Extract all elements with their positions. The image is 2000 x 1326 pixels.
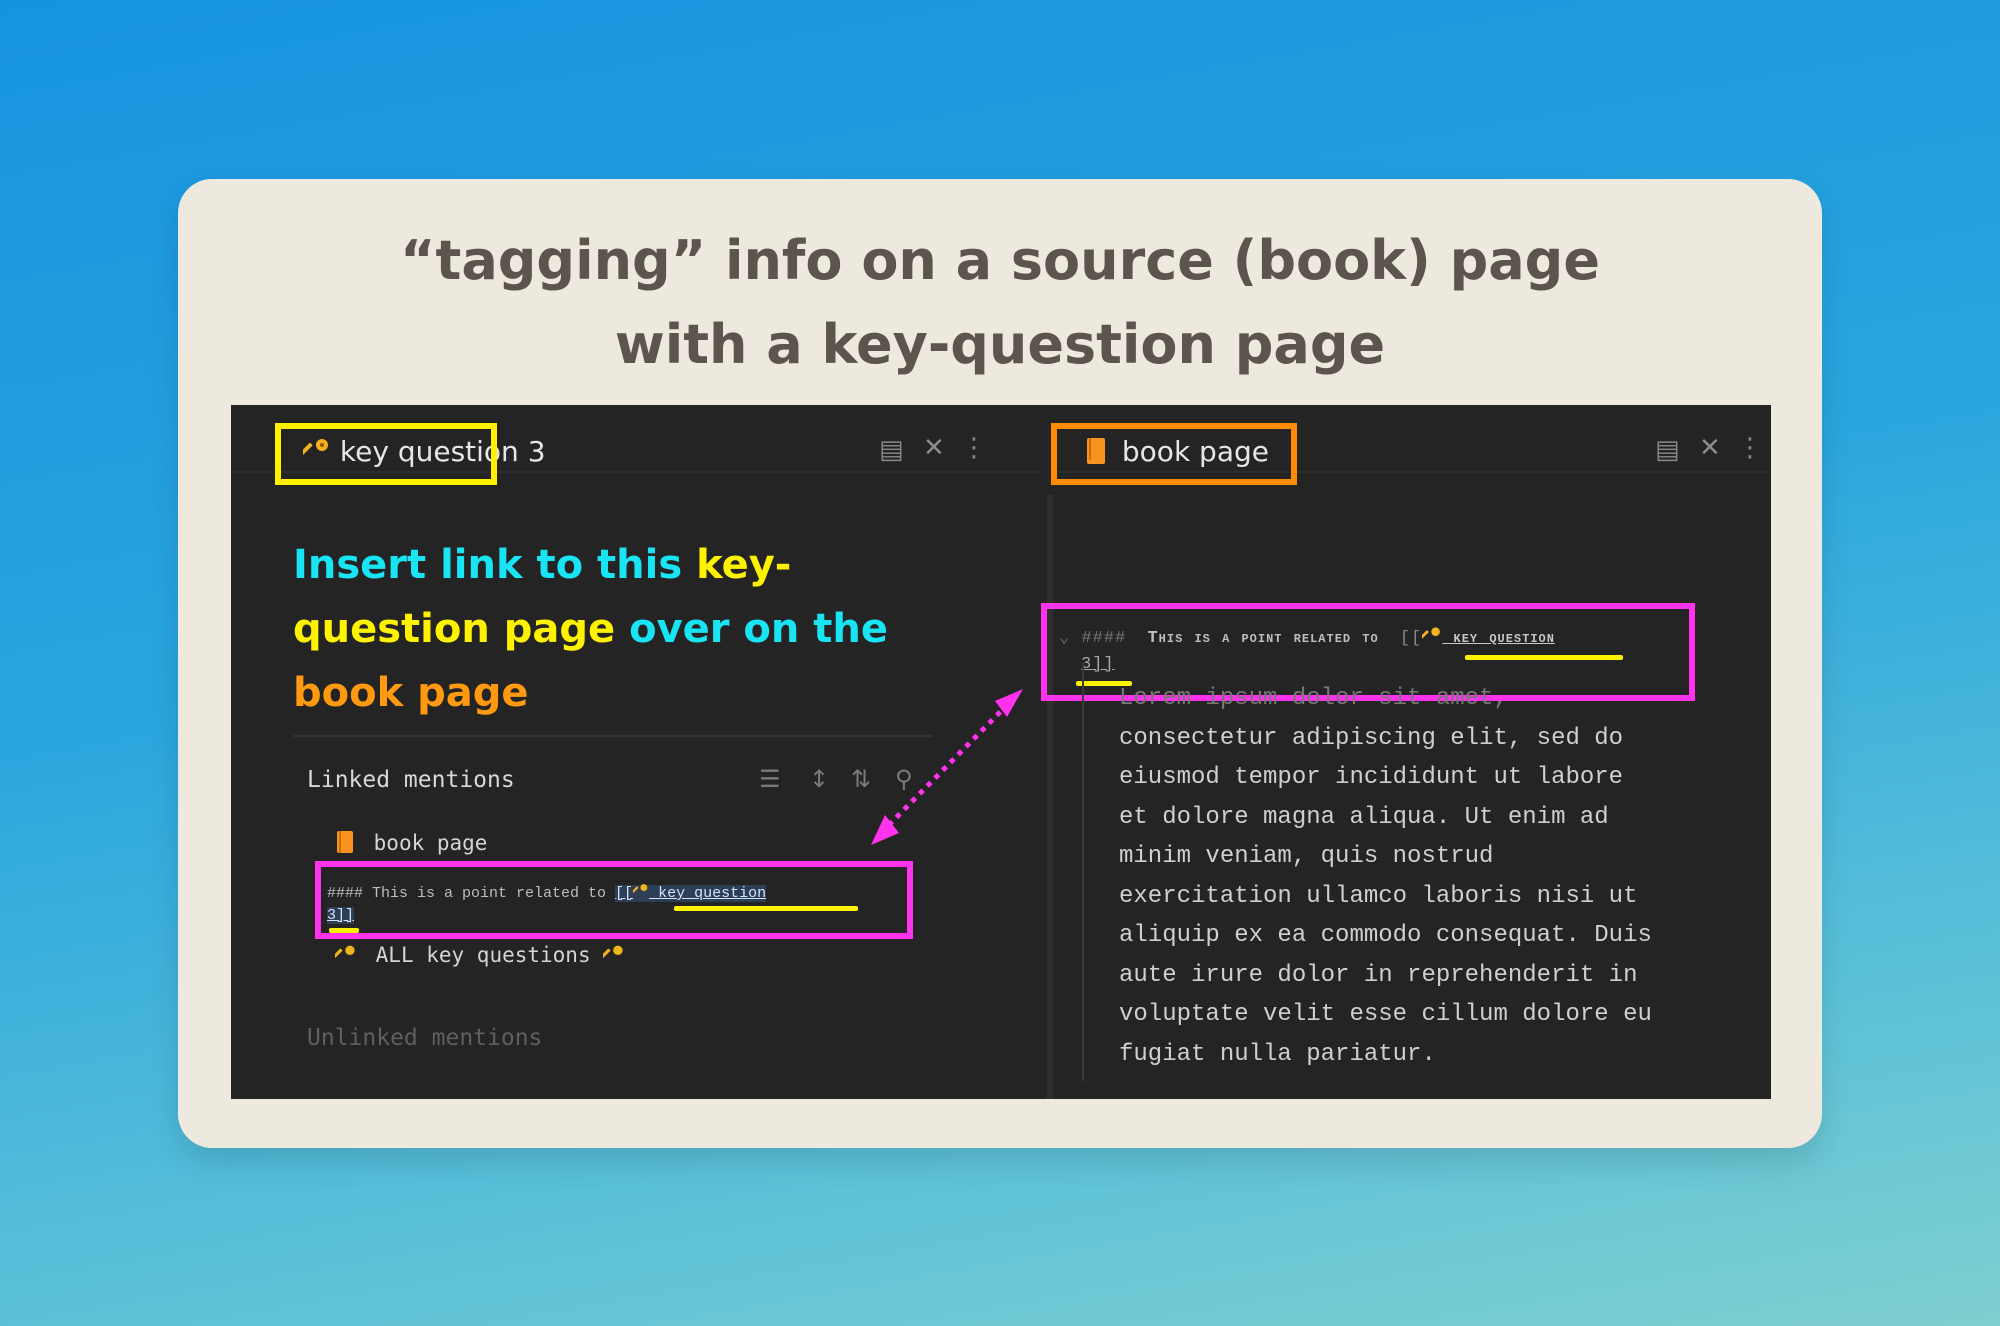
editor-screenshot: key question 3 ▤ ✕ ⋮ Insert link to this…	[231, 405, 1771, 1099]
slide-headline: “tagging” info on a source (book) page w…	[178, 219, 1822, 387]
slide-card: “tagging” info on a source (book) page w…	[178, 179, 1822, 1148]
link-arrow	[871, 689, 1023, 845]
headline-line-2: with a key-question page	[614, 313, 1386, 376]
headline-line-1: “tagging” info on a source (book) page	[400, 229, 1600, 292]
